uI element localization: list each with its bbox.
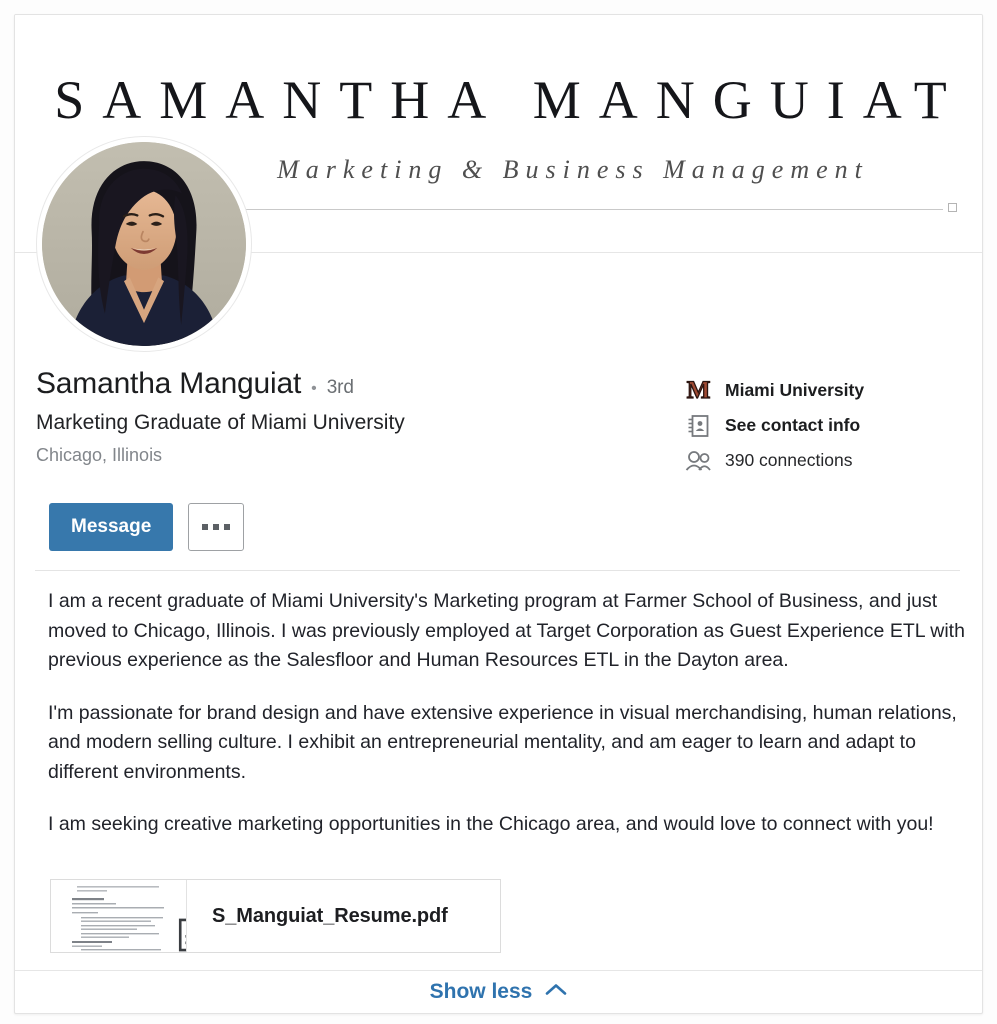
contact-card-icon [683, 412, 713, 440]
attachment-file-name: S_Manguiat_Resume.pdf [212, 904, 448, 927]
banner-title: SAMANTHA MANGUIAT [54, 70, 965, 130]
headline: Marketing Graduate of Miami University [36, 411, 405, 434]
info-row-contact[interactable]: See contact info [683, 408, 973, 443]
see-contact-info-label: See contact info [725, 415, 861, 435]
message-button[interactable]: Message [49, 503, 174, 551]
name-row: Samantha Manguiat • 3rd [36, 365, 636, 403]
document-icon [175, 918, 186, 952]
banner-rule-end-square-icon [948, 203, 957, 212]
show-less-button[interactable]: Show less [15, 970, 982, 1013]
attachment-card[interactable]: S_Manguiat_Resume.pdf [50, 879, 501, 953]
banner-rule [229, 209, 943, 210]
info-row-school[interactable]: M Miami University [683, 373, 973, 408]
page-frame: SAMANTHA MANGUIAT Marketing & Business M… [0, 0, 997, 1024]
summary-paragraph-3: I am seeking creative marketing opportun… [48, 813, 934, 835]
avatar[interactable] [37, 137, 251, 351]
miami-university-logo-icon: M [683, 377, 713, 405]
more-dot-2 [213, 524, 220, 530]
degree-badge: 3rd [326, 377, 354, 398]
info-row-connections[interactable]: 390 connections [683, 443, 973, 478]
summary-paragraph-1: I am a recent graduate of Miami Universi… [48, 590, 965, 671]
identity-block: Samantha Manguiat • 3rd Marketing Gradua… [36, 365, 636, 467]
more-dot-1 [202, 524, 209, 530]
info-column: M Miami University See contact info 390 … [683, 373, 973, 478]
location: Chicago, Illinois [36, 445, 163, 465]
chevron-up-icon [545, 983, 567, 1001]
show-less-label: Show less [429, 980, 533, 1003]
banner-subtitle: Marketing & Business Management [277, 155, 869, 184]
attachment-thumbnail [51, 880, 187, 952]
connections-count: 390 connections [725, 450, 853, 470]
connections-icon [683, 447, 713, 475]
profile-card: SAMANTHA MANGUIAT Marketing & Business M… [14, 14, 983, 1014]
action-buttons: Message [49, 503, 245, 551]
summary-section: I am a recent graduate of Miami Universi… [48, 587, 976, 840]
miami-university-logo-letter: M [686, 377, 711, 404]
summary-paragraph-2: I'm passionate for brand design and have… [48, 701, 957, 783]
school-name: Miami University [725, 380, 865, 400]
degree-separator: • [311, 380, 317, 397]
page-title: Samantha Manguiat [36, 367, 302, 400]
section-divider [35, 570, 960, 571]
more-dot-3 [224, 524, 231, 530]
more-actions-button[interactable] [188, 503, 245, 551]
